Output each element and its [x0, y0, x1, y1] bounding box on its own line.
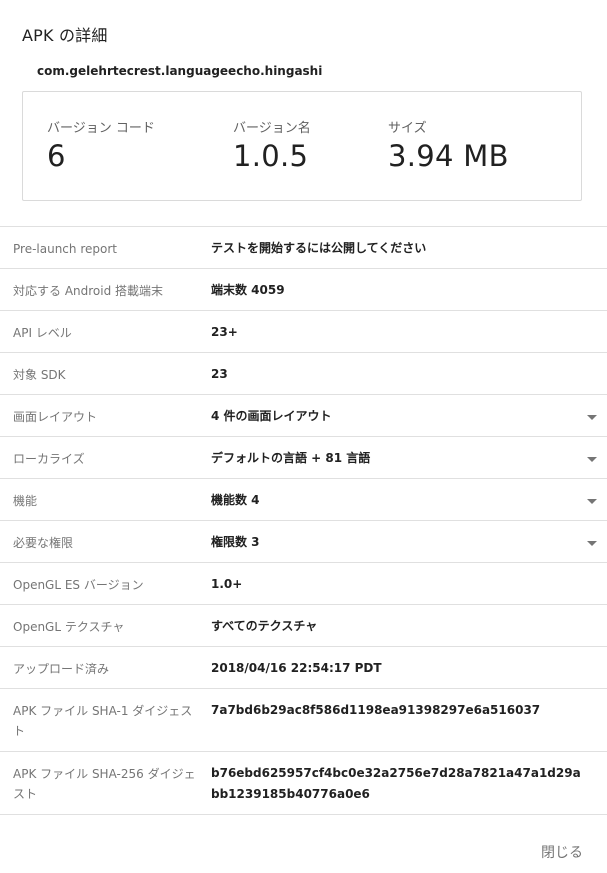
- row-value: 23+: [211, 325, 238, 339]
- row-value: 権限数 3: [211, 535, 260, 549]
- expand-arrow-icon[interactable]: [587, 415, 597, 420]
- size-value: 3.94 MB: [388, 139, 509, 173]
- detail-row-sha256: APK ファイル SHA-256 ダイジェスト b76ebd625957cf4b…: [0, 752, 607, 815]
- detail-row-prelaunch-report: Pre-launch report テストを開始するには公開してください: [0, 227, 607, 269]
- expand-arrow-icon[interactable]: [587, 499, 597, 504]
- row-value: 7a7bd6b29ac8f586d1198ea91398297e6a516037: [211, 703, 541, 717]
- row-value: 機能数 4: [211, 493, 260, 507]
- row-label: ローカライズ: [13, 452, 85, 466]
- detail-row-uploaded: アップロード済み 2018/04/16 22:54:17 PDT: [0, 647, 607, 689]
- close-button[interactable]: 閉じる: [541, 842, 583, 862]
- row-value: 端末数 4059: [211, 283, 285, 297]
- summary-card: バージョン コード 6 バージョン名 1.0.5 サイズ 3.94 MB: [22, 91, 582, 201]
- expand-arrow-icon[interactable]: [587, 457, 597, 462]
- detail-row-opengl-textures: OpenGL テクスチャ すべてのテクスチャ: [0, 605, 607, 647]
- row-value: 2018/04/16 22:54:17 PDT: [211, 661, 382, 675]
- detail-row-opengl-es-version: OpenGL ES バージョン 1.0+: [0, 563, 607, 605]
- row-label: Pre-launch report: [13, 242, 117, 256]
- row-label: 対象 SDK: [13, 368, 66, 382]
- version-code-label: バージョン コード: [47, 121, 155, 136]
- package-name: com.gelehrtecrest.languageecho.hingashi: [37, 64, 323, 78]
- row-label: API レベル: [13, 326, 72, 340]
- row-label: 機能: [13, 494, 38, 508]
- row-label: APK ファイル SHA-256 ダイジェスト: [13, 767, 196, 801]
- row-label: APK ファイル SHA-1 ダイジェスト: [13, 704, 193, 738]
- detail-row-screen-layouts[interactable]: 画面レイアウト 4 件の画面レイアウト: [0, 395, 607, 437]
- row-label: アップロード済み: [13, 662, 110, 676]
- version-name-label: バージョン名: [233, 121, 311, 136]
- size-summary: サイズ 3.94 MB: [388, 117, 509, 173]
- detail-row-features[interactable]: 機能 機能数 4: [0, 479, 607, 521]
- detail-table: Pre-launch report テストを開始するには公開してください 対応す…: [0, 226, 607, 815]
- detail-row-target-sdk: 対象 SDK 23: [0, 353, 607, 395]
- dialog-title: APK の詳細: [22, 26, 108, 45]
- detail-row-permissions[interactable]: 必要な権限 権限数 3: [0, 521, 607, 563]
- version-code-value: 6: [47, 139, 66, 173]
- row-label: 画面レイアウト: [13, 410, 98, 424]
- detail-row-supported-devices: 対応する Android 搭載端末 端末数 4059: [0, 269, 607, 311]
- row-label: 必要な権限: [13, 536, 74, 550]
- size-label: サイズ: [388, 121, 427, 136]
- row-value: 23: [211, 367, 228, 381]
- version-code-summary: バージョン コード 6: [47, 117, 155, 173]
- expand-arrow-icon[interactable]: [587, 541, 597, 546]
- row-value: 4 件の画面レイアウト: [211, 409, 332, 423]
- detail-row-localization[interactable]: ローカライズ デフォルトの言語 + 81 言語: [0, 437, 607, 479]
- row-label: 対応する Android 搭載端末: [13, 284, 164, 298]
- row-value: デフォルトの言語 + 81 言語: [211, 451, 371, 465]
- row-value: すべてのテクスチャ: [211, 619, 318, 633]
- detail-row-api-level: API レベル 23+: [0, 311, 607, 353]
- row-label: OpenGL ES バージョン: [13, 578, 144, 592]
- detail-row-sha1: APK ファイル SHA-1 ダイジェスト 7a7bd6b29ac8f586d1…: [0, 689, 607, 752]
- row-value: 1.0+: [211, 577, 243, 591]
- row-label: OpenGL テクスチャ: [13, 620, 125, 634]
- apk-details-dialog: APK の詳細 com.gelehrtecrest.languageecho.h…: [0, 0, 607, 873]
- row-value: b76ebd625957cf4bc0e32a2756e7d28a7821a47a…: [211, 766, 581, 801]
- version-name-value: 1.0.5: [233, 139, 309, 173]
- row-value: テストを開始するには公開してください: [211, 241, 427, 255]
- version-name-summary: バージョン名 1.0.5: [233, 117, 311, 173]
